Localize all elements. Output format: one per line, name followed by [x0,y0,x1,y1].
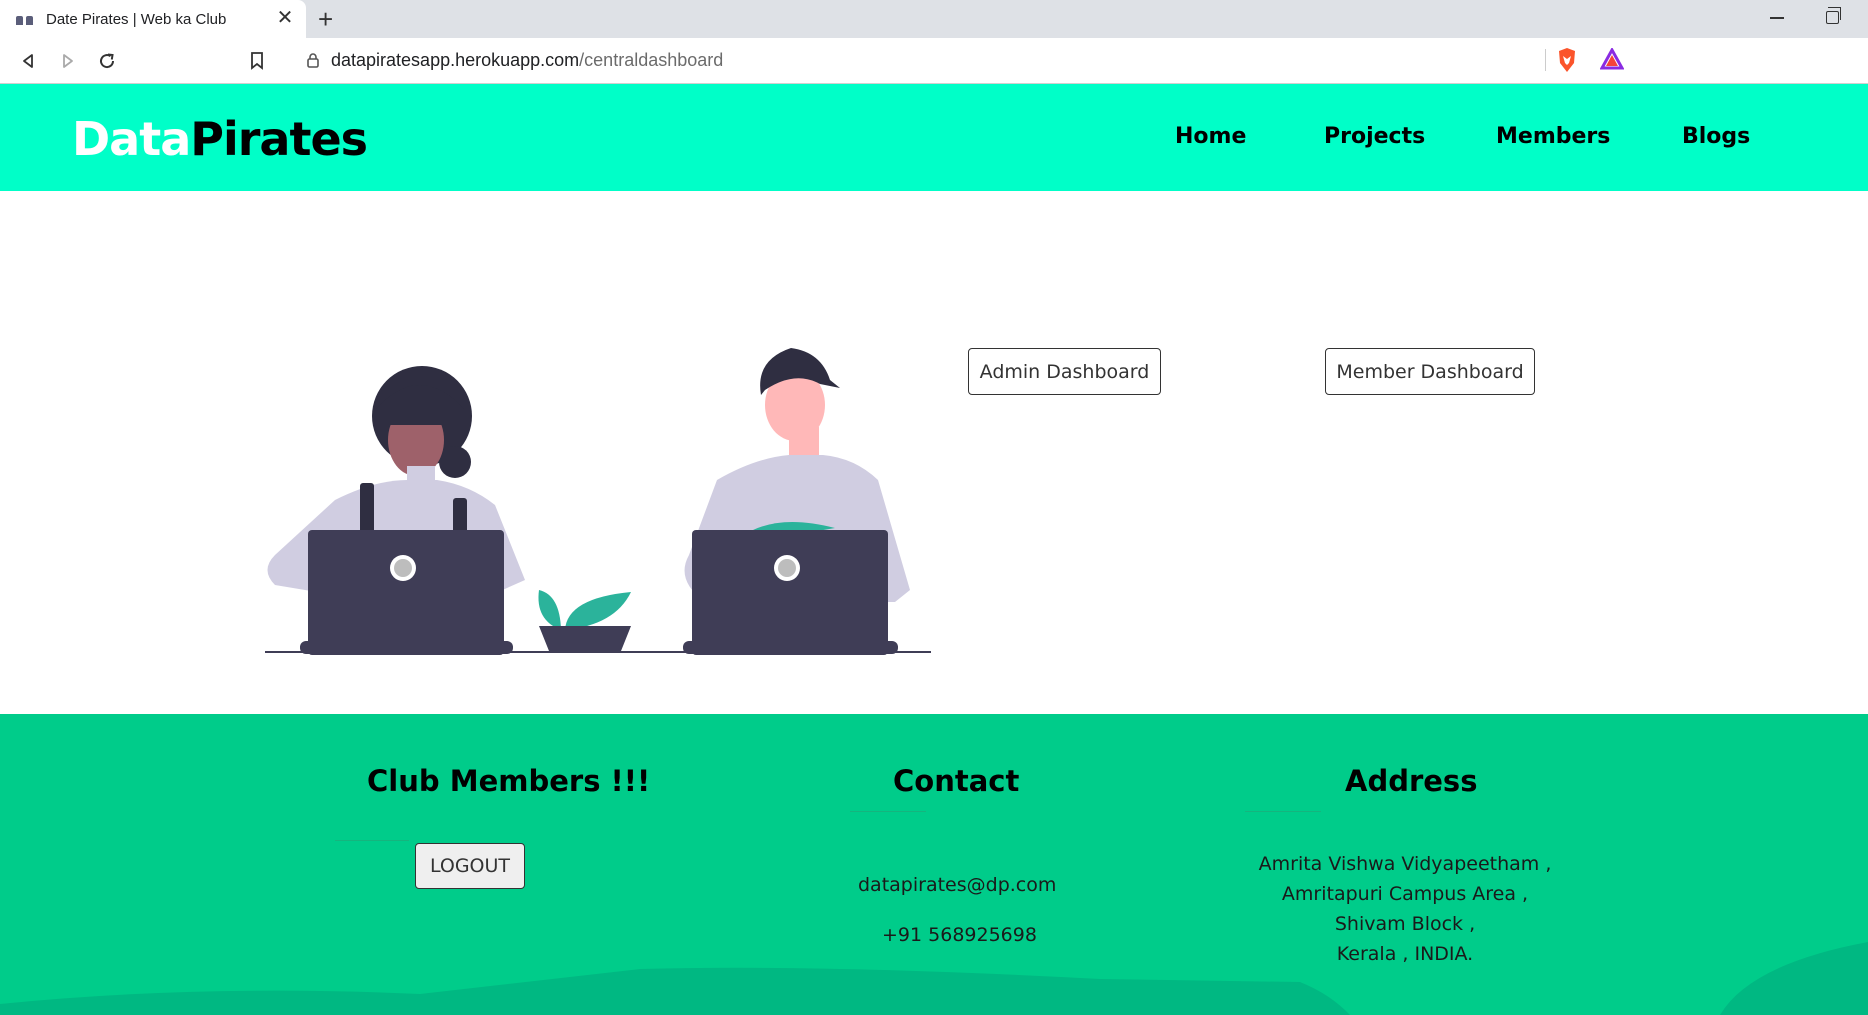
site-header: DataPirates Home Projects Members Blogs [0,84,1868,191]
contact-phone: +91 568925698 [882,924,1037,946]
address-line: Amritapuri Campus Area , [1281,883,1529,905]
browser-tab[interactable]: Date Pirates | Web ka Club ✕ [0,0,306,38]
site-logo[interactable]: DataPirates [72,112,368,166]
lock-icon [307,52,319,68]
favicon-icon [16,13,34,25]
contact-divider [850,811,926,812]
brave-rewards-icon[interactable] [1599,46,1625,75]
close-tab-icon[interactable]: ✕ [274,8,296,28]
tab-title: Date Pirates | Web ka Club [46,10,227,28]
restore-icon[interactable] [1826,7,1841,24]
back-icon[interactable] [13,46,43,76]
url-host: datapiratesapp.herokuapp.com [331,49,580,70]
nav-members[interactable]: Members [1496,124,1610,149]
bookmark-icon[interactable] [242,46,272,76]
browser-toolbar: datapiratesapp.herokuapp.com/centraldash… [0,38,1868,84]
member-dashboard-button[interactable]: Member Dashboard [1325,348,1535,395]
forward-icon[interactable] [53,46,83,76]
address-bar[interactable]: datapiratesapp.herokuapp.com/centraldash… [287,42,1635,78]
brave-shield-icon[interactable] [1556,47,1578,78]
reload-icon[interactable] [92,46,122,76]
admin-dashboard-button[interactable]: Admin Dashboard [968,348,1161,395]
potted-plant-icon [538,590,631,651]
club-members-heading: Club Members !!! [367,764,651,798]
logout-button[interactable]: LOGOUT [415,843,525,889]
new-tab-icon[interactable]: + [318,4,333,34]
minimize-icon[interactable] [1770,17,1784,19]
contact-heading: Contact [893,764,1020,798]
toolbar-divider [1545,49,1546,71]
nav-blogs[interactable]: Blogs [1682,124,1750,149]
address-line: Kerala , INDIA. [1336,943,1474,965]
people-working-illustration [265,348,931,655]
browser-tab-strip: Date Pirates | Web ka Club ✕ + [0,0,1868,38]
site-footer: Club Members !!! LOGOUT Contact datapira… [0,714,1868,1015]
address-line: Amrita Vishwa Vidyapeetham , [1258,853,1552,875]
laptop-right-icon [683,530,898,655]
url-path: /centraldashboard [579,49,724,70]
address-divider [1245,811,1321,812]
contact-email-link[interactable]: datapirates@dp.com [858,874,1056,896]
members-divider [335,840,409,841]
address-heading: Address [1345,764,1478,798]
address-line: Shivam Block , [1334,913,1476,935]
nav-projects[interactable]: Projects [1324,124,1425,149]
laptop-left-icon [300,530,513,655]
nav-home[interactable]: Home [1175,124,1246,149]
